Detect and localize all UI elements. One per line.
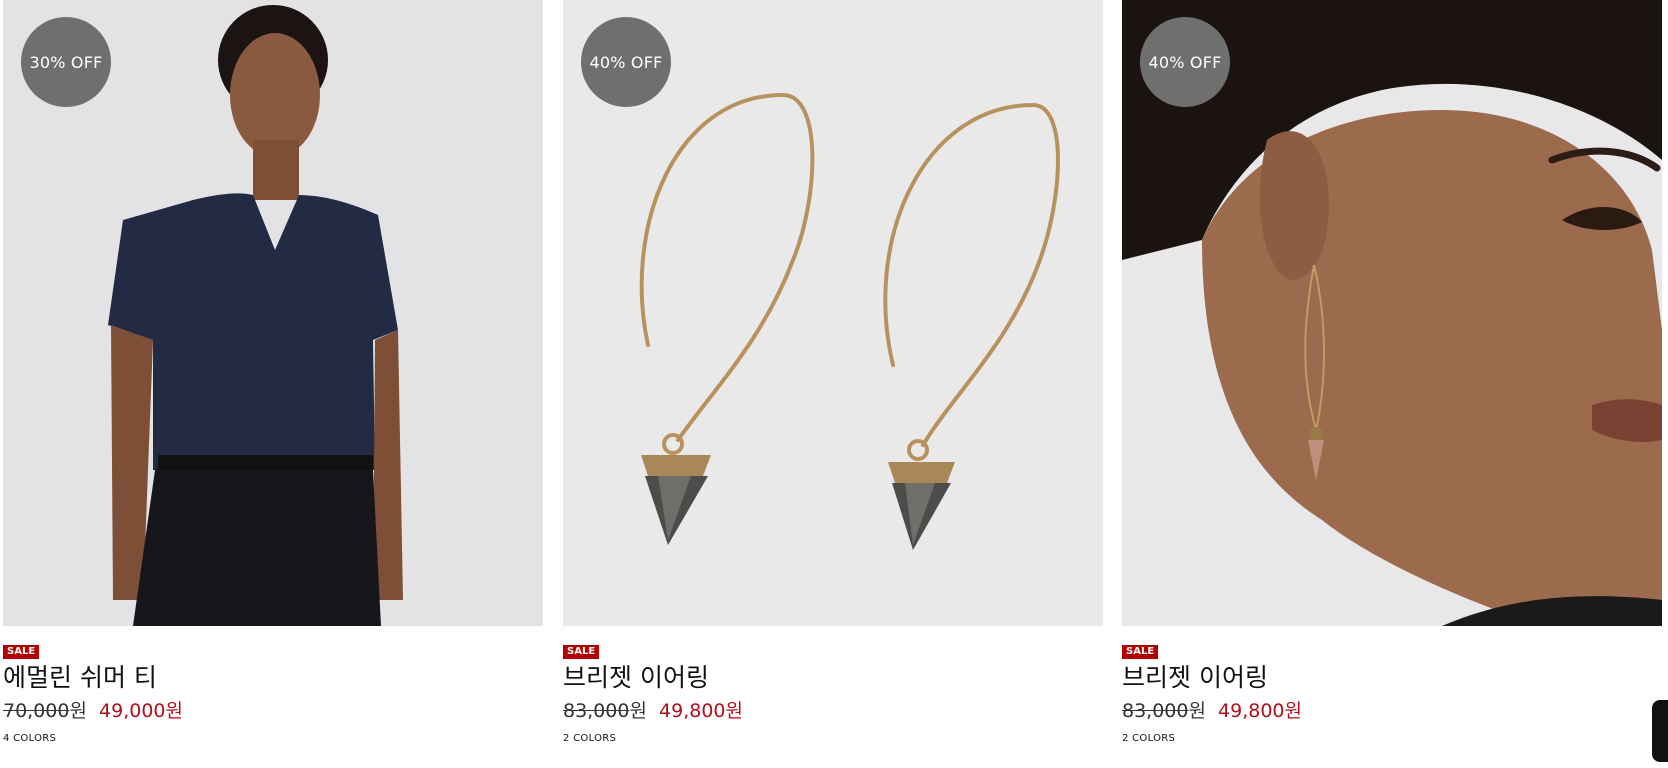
sale-price: 49,800원 — [1218, 700, 1302, 722]
sale-price: 49,000원 — [99, 700, 183, 722]
original-price-currency: 원 — [629, 700, 647, 722]
product-card[interactable]: 40% OFF SALE 브리젯 이어링 83,000원 49,800원 2 C… — [563, 0, 1103, 768]
price-row: 83,000원 49,800원 — [1122, 698, 1302, 724]
product-image[interactable]: 40% OFF — [563, 0, 1103, 626]
product-image[interactable]: 40% OFF — [1122, 0, 1662, 626]
product-card[interactable]: 40% OFF SALE 브리젯 이어링 83,000원 49,800원 2 C… — [1122, 0, 1662, 768]
product-grid: 30% OFF SALE 에멀린 쉬머 티 70,000원 49,000원 4 … — [0, 0, 1668, 768]
color-count[interactable]: 4 COLORS — [3, 733, 56, 744]
sale-tag: SALE — [3, 645, 40, 659]
sale-tag: SALE — [563, 645, 600, 659]
product-name[interactable]: 브리젯 이어링 — [563, 662, 709, 694]
original-price: 83,000 — [563, 700, 630, 722]
product-image[interactable]: 30% OFF — [3, 0, 543, 626]
original-price: 70,000 — [3, 700, 70, 722]
color-count[interactable]: 2 COLORS — [1122, 733, 1175, 744]
original-price: 83,000 — [1122, 700, 1189, 722]
product-card[interactable]: 30% OFF SALE 에멀린 쉬머 티 70,000원 49,000원 4 … — [3, 0, 543, 768]
product-name[interactable]: 에멀린 쉬머 티 — [3, 662, 157, 694]
sale-price: 49,800원 — [659, 700, 743, 722]
discount-badge: 40% OFF — [1140, 17, 1230, 107]
product-name[interactable]: 브리젯 이어링 — [1122, 662, 1268, 694]
discount-badge: 30% OFF — [21, 17, 111, 107]
price-row: 70,000원 49,000원 — [3, 698, 183, 724]
discount-badge: 40% OFF — [581, 17, 671, 107]
original-price-currency: 원 — [1188, 700, 1206, 722]
color-count[interactable]: 2 COLORS — [563, 733, 616, 744]
sale-tag: SALE — [1122, 645, 1159, 659]
floating-side-button[interactable] — [1652, 700, 1668, 762]
original-price-currency: 원 — [69, 700, 87, 722]
price-row: 83,000원 49,800원 — [563, 698, 743, 724]
